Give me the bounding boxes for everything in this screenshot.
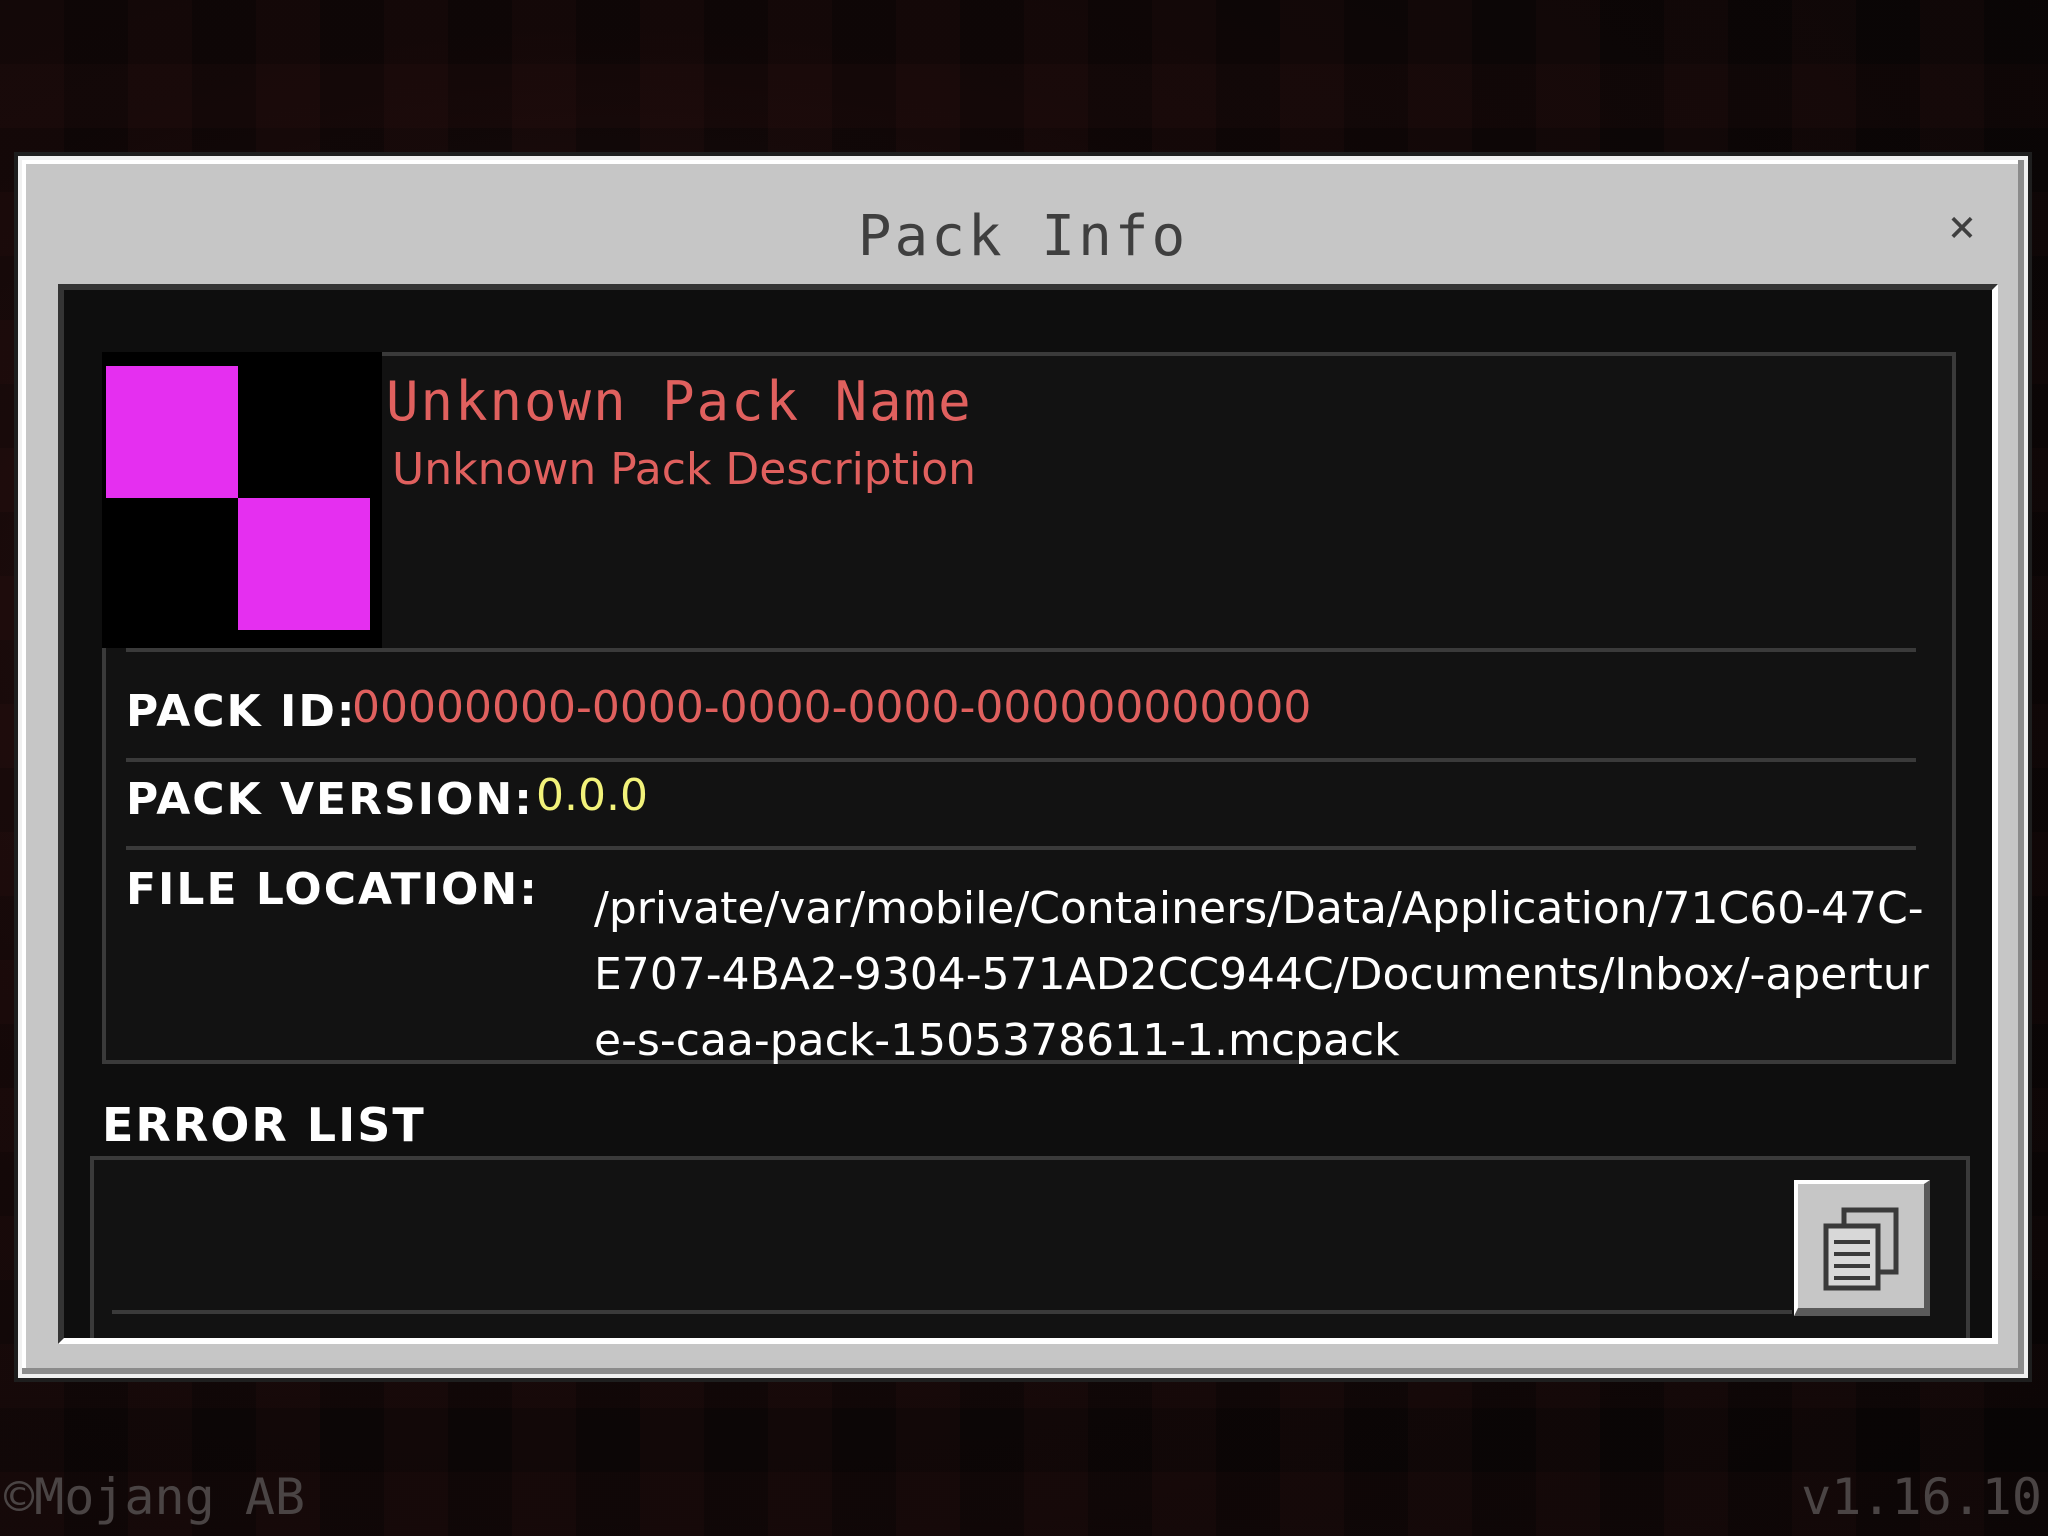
error-list-box — [90, 1156, 1970, 1338]
divider — [126, 758, 1916, 762]
version-text: v1.16.10 — [1801, 1468, 2042, 1526]
pack-description: Unknown Pack Description — [392, 444, 977, 495]
file-location-label: FILE LOCATION: — [126, 864, 539, 915]
pack-version-label: PACK VERSION: — [126, 774, 534, 825]
missing-texture-icon — [102, 352, 382, 648]
error-list-divider — [112, 1310, 1792, 1314]
icon-square-bottom-right — [238, 498, 370, 630]
close-icon[interactable]: × — [1938, 202, 1986, 250]
copyright-text: ©Mojang AB — [4, 1468, 306, 1526]
pack-info-panel: Unknown Pack Name Unknown Pack Descripti… — [102, 352, 1956, 1066]
dialog-content: Unknown Pack Name Unknown Pack Descripti… — [58, 284, 1998, 1344]
divider — [126, 846, 1916, 850]
pack-version-value: 0.0.0 — [536, 770, 648, 821]
copy-button[interactable] — [1794, 1180, 1930, 1316]
error-list-title: ERROR LIST — [102, 1098, 426, 1152]
file-location-value: /private/var/mobile/Containers/Data/Appl… — [594, 883, 1929, 1066]
pack-id-label: PACK ID: — [126, 686, 357, 737]
pack-id-value: 00000000-0000-0000-0000-000000000000 — [352, 682, 1312, 733]
copy-icon — [1823, 1207, 1899, 1291]
divider — [126, 648, 1916, 652]
pack-name: Unknown Pack Name — [386, 370, 973, 433]
icon-square-top-left — [106, 366, 238, 498]
dialog-title: Pack Info — [857, 204, 1189, 269]
pack-info-dialog: Pack Info × Unknown Pack Name Unknown Pa… — [18, 156, 2028, 1378]
